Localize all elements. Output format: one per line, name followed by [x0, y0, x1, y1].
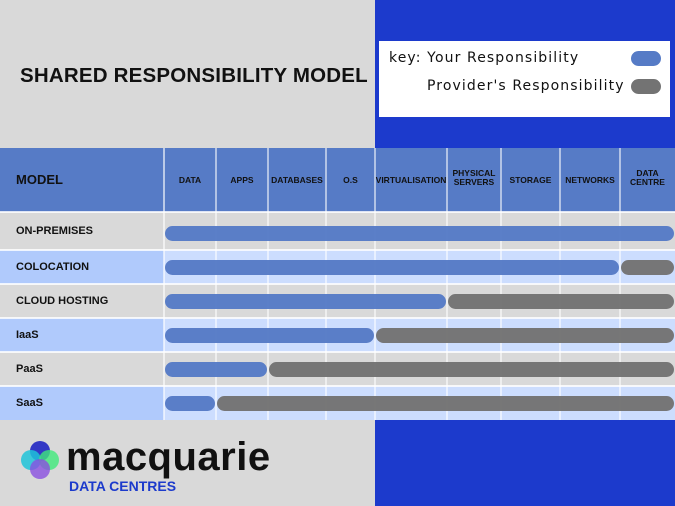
legend-swatch-yours	[631, 51, 661, 66]
grid-line-horizontal	[0, 211, 675, 213]
column-header-o-s: O.S	[343, 174, 358, 185]
grid-line-horizontal	[0, 385, 675, 387]
grid-line-horizontal	[0, 317, 675, 319]
table-row: SaaS	[0, 386, 675, 420]
logo-subtitle: DATA CENTRES	[69, 478, 177, 494]
row-label-cell: COLOCATION	[0, 250, 164, 284]
table-row: PaaS	[0, 352, 675, 386]
macquarie-logo-icon	[21, 441, 59, 479]
grid-line-horizontal	[0, 351, 675, 353]
model-column-header: MODEL	[16, 172, 63, 187]
bar-provider-responsibility	[217, 396, 674, 411]
row-label: COLOCATION	[16, 261, 90, 273]
column-header-physical-servers: PHYSICAL SERVERS	[452, 168, 496, 187]
legend-swatch-provider	[631, 79, 661, 94]
legend-label-provider: Provider's Responsibility	[427, 78, 625, 94]
row-label: CLOUD HOSTING	[16, 295, 109, 307]
responsibility-table: MODEL ON-PREMISES COLOCATION CLOUD HOSTING…	[0, 148, 675, 420]
bar-provider-responsibility	[621, 260, 674, 275]
legend: key: Your Responsibility Provider's Resp…	[379, 41, 670, 117]
row-label-cell: SaaS	[0, 386, 164, 420]
grid-line-horizontal	[0, 249, 675, 251]
table-row: ON-PREMISES	[0, 212, 675, 250]
logo-wordmark: macquarie	[66, 435, 271, 479]
row-label-cell: CLOUD HOSTING	[0, 284, 164, 318]
column-header-networks: NETWORKS	[565, 174, 615, 185]
bar-provider-responsibility	[376, 328, 674, 343]
column-header-data: DATA	[178, 174, 202, 185]
column-header-databases: DATABASES	[271, 174, 323, 185]
table-row: COLOCATION	[0, 250, 675, 284]
column-header-virtualisation: VIRTUALISATION	[375, 174, 447, 185]
bar-your-responsibility	[165, 294, 446, 309]
legend-label-yours: key: Your Responsibility	[389, 50, 580, 66]
row-label-cell: IaaS	[0, 318, 164, 352]
column-header-apps: APPS	[230, 174, 254, 185]
column-header-storage: STORAGE	[509, 174, 552, 185]
bar-your-responsibility	[165, 260, 619, 275]
row-label: IaaS	[16, 329, 39, 341]
bar-provider-responsibility	[448, 294, 674, 309]
bar-your-responsibility	[165, 362, 267, 377]
table-row: CLOUD HOSTING	[0, 284, 675, 318]
column-header-data-centre: DATA CENTRE	[630, 168, 665, 187]
bar-your-responsibility	[165, 328, 374, 343]
row-label: ON-PREMISES	[16, 225, 94, 237]
row-label: SaaS	[16, 397, 43, 409]
page-title: SHARED RESPONSIBILITY MODEL	[20, 64, 368, 87]
grid-line-horizontal	[0, 283, 675, 285]
bar-your-responsibility	[165, 226, 674, 241]
bar-your-responsibility	[165, 396, 215, 411]
row-label-cell: PaaS	[0, 352, 164, 386]
table-row: IaaS	[0, 318, 675, 352]
row-label-cell: ON-PREMISES	[0, 212, 164, 250]
bar-provider-responsibility	[269, 362, 674, 377]
footer-accent-block	[375, 420, 675, 506]
row-label: PaaS	[16, 363, 43, 375]
